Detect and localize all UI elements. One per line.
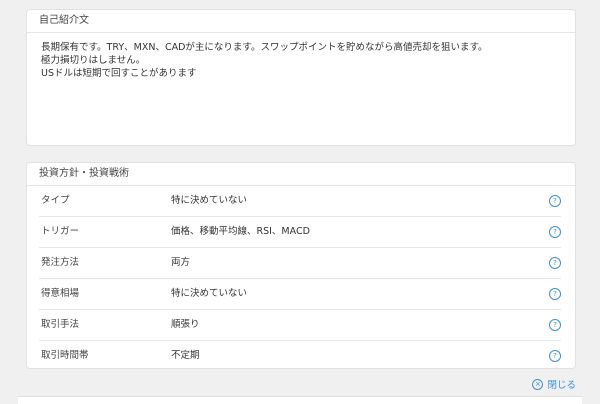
row-value: 両方 — [171, 257, 191, 268]
strategy-row-order-method: 発注方法 両方 ? — [39, 248, 561, 279]
row-label: 得意相場 — [41, 288, 80, 299]
intro-line: USドルは短期で回すことがあります — [41, 68, 197, 79]
row-value: 不定期 — [171, 350, 200, 361]
row-label: タイプ — [41, 195, 70, 206]
help-icon[interactable]: ? — [549, 319, 561, 331]
row-label: 発注方法 — [41, 257, 80, 268]
strategy-row-time: 取引時間帯 不定期 ? — [39, 341, 561, 371]
investment-strategy-title: 投資方針・投資戦術 — [27, 163, 575, 186]
row-value: 特に決めていない — [171, 195, 248, 206]
help-icon[interactable]: ? — [549, 257, 561, 269]
self-introduction-title: 自己紹介文 — [27, 10, 575, 33]
strategy-row-type: タイプ 特に決めていない ? — [39, 186, 561, 217]
row-value: 順張り — [171, 319, 200, 330]
help-icon[interactable]: ? — [549, 288, 561, 300]
close-button[interactable]: × 閉じる — [532, 377, 576, 391]
row-label: 取引時間帯 — [41, 350, 89, 361]
row-label: 取引手法 — [41, 319, 80, 330]
intro-line: 極力損切りはしません。 — [41, 55, 146, 66]
intro-line: 長期保有です。TRY、MXN、CADが主になります。スワップポイントを貯めながら… — [41, 42, 488, 53]
row-value: 価格、移動平均線、RSI、MACD — [171, 226, 310, 237]
close-icon: × — [532, 378, 544, 390]
strategy-row-market: 得意相場 特に決めていない ? — [39, 279, 561, 310]
strategy-row-technique: 取引手法 順張り ? — [39, 310, 561, 341]
help-icon[interactable]: ? — [549, 350, 561, 362]
investment-strategy-card: 投資方針・投資戦術 タイプ 特に決めていない ? トリガー 価格、移動平均線、R… — [26, 162, 576, 369]
row-label: トリガー — [41, 226, 80, 237]
help-icon[interactable]: ? — [549, 195, 561, 207]
help-icon[interactable]: ? — [549, 226, 561, 238]
strategy-row-trigger: トリガー 価格、移動平均線、RSI、MACD ? — [39, 217, 561, 248]
self-introduction-text: 長期保有です。TRY、MXN、CADが主になります。スワップポイントを貯めながら… — [27, 33, 575, 80]
self-introduction-card: 自己紹介文 長期保有です。TRY、MXN、CADが主になります。スワップポイント… — [26, 9, 576, 146]
row-value: 特に決めていない — [171, 288, 248, 299]
close-label: 閉じる — [547, 380, 576, 391]
